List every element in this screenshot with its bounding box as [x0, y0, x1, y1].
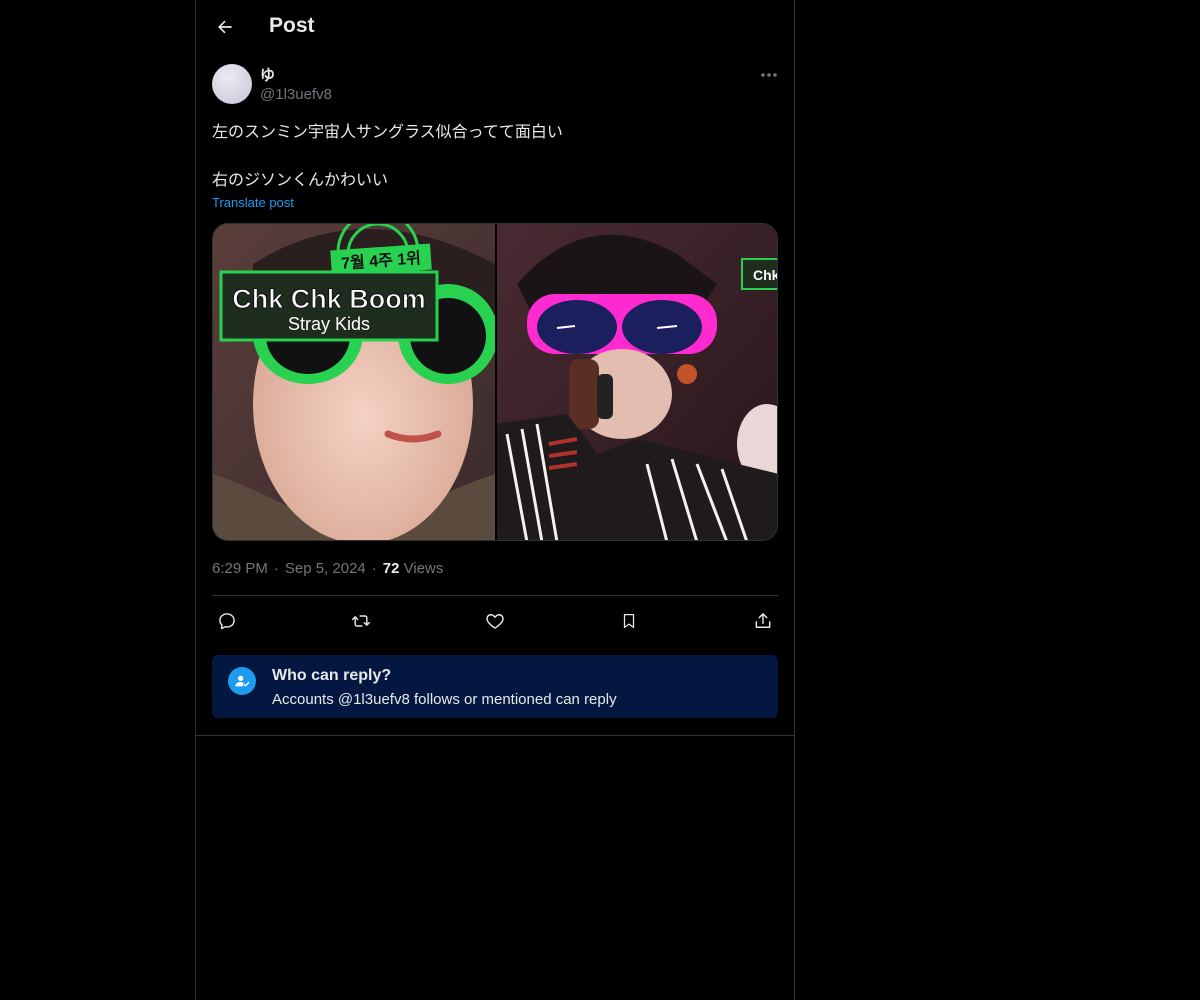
divider — [196, 735, 794, 736]
media-overlay-small: Chk — [753, 267, 778, 283]
who-can-reply-title: Who can reply? — [272, 667, 392, 684]
views-count: 72 — [382, 560, 400, 577]
media-image-right[interactable]: Chk — [497, 224, 778, 540]
like-icon — [486, 614, 504, 629]
arrow-left-icon — [218, 20, 232, 34]
media-image-left[interactable]: 7월 4주 1위 Chk Chk Boom Stray Kids — [213, 224, 495, 540]
avatar[interactable] — [212, 64, 252, 104]
post-metadata: 6:29 PM · Sep 5, 2024 · 72 Views — [212, 560, 443, 577]
separator-dot: · — [273, 560, 279, 577]
primary-column: Post ゆ @1l3uefv8 左のスンミン宇宙人サングラス似合ってて面白い … — [195, 0, 795, 1000]
post-text-line: 左のスンミン宇宙人サングラス似合ってて面白い — [212, 122, 563, 141]
share-button[interactable] — [748, 606, 778, 636]
page-header: Post — [196, 0, 794, 54]
back-button[interactable] — [208, 10, 242, 44]
share-icon — [755, 613, 771, 628]
who-can-reply-box: Who can reply? Accounts @1l3uefv8 follow… — [212, 655, 778, 718]
like-button[interactable] — [480, 606, 510, 636]
repost-button[interactable] — [346, 606, 376, 636]
post-text-line: 右のジソンくんかわいい — [212, 170, 389, 189]
author-display-name[interactable]: ゆ — [260, 64, 275, 85]
reply-button[interactable] — [212, 606, 242, 636]
bookmark-button[interactable] — [614, 606, 644, 636]
mentioned-users-icon — [228, 667, 256, 695]
retweet-icon — [351, 615, 371, 627]
views-label: Views — [403, 560, 444, 577]
bookmark-icon — [623, 613, 635, 629]
more-options-button[interactable] — [756, 64, 782, 86]
divider — [212, 595, 778, 596]
separator-dot: · — [371, 560, 377, 577]
media-overlay-subtitle: Stray Kids — [288, 314, 370, 334]
action-bar — [212, 606, 778, 636]
author-handle[interactable]: @1l3uefv8 — [260, 86, 332, 103]
reply-icon — [219, 613, 235, 630]
post-text: 左のスンミン宇宙人サングラス似合ってて面白い 右のジソンくんかわいい — [212, 120, 778, 192]
post-media: 7월 4주 1위 Chk Chk Boom Stray Kids Chk — [212, 223, 778, 541]
post-time[interactable]: 6:29 PM — [212, 560, 268, 577]
media-overlay-title: Chk Chk Boom — [232, 284, 426, 314]
translate-post-link[interactable]: Translate post — [212, 195, 294, 210]
page-title: Post — [269, 14, 315, 37]
post-date[interactable]: Sep 5, 2024 — [285, 560, 366, 577]
more-icon — [761, 73, 777, 77]
who-can-reply-subtitle: Accounts @1l3uefv8 follows or mentioned … — [272, 691, 617, 708]
